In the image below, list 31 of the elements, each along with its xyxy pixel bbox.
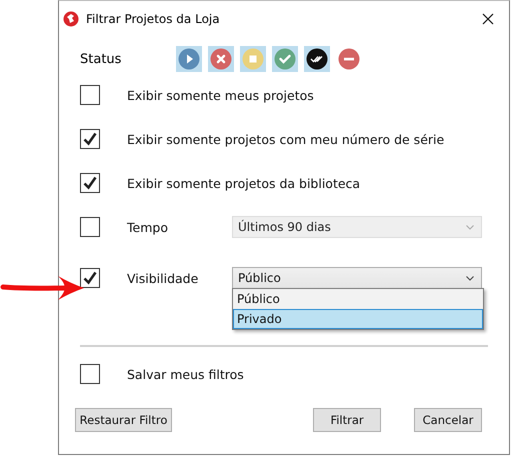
option-label: Exibir somente projetos com meu número de série [127,132,444,146]
restore-filter-button[interactable]: Restaurar Filtro [75,408,172,432]
stop-icon [241,47,265,71]
dropdown-option[interactable]: Privado [233,309,483,329]
filter-button[interactable]: Filtrar [313,408,382,432]
checkbox[interactable] [80,364,100,384]
double-check-icon [305,47,329,71]
dropdown[interactable]: Público [232,267,482,289]
chevron-icon [466,224,474,230]
blocked-icon [337,47,361,71]
cancel-button[interactable]: Cancelar [414,408,482,432]
status-label: Status [80,52,122,66]
checkbox[interactable] [80,129,100,149]
option-label: Exibir somente meus projetos [127,88,314,102]
window-title: Filtrar Projetos da Loja [86,12,221,26]
checkbox[interactable] [80,268,100,288]
option-label: Exibir somente projetos da biblioteca [127,176,360,190]
checkbox[interactable] [80,173,100,193]
option-label: Salvar meus filtros [127,366,244,382]
checkbox[interactable] [80,85,100,105]
status-filter-button[interactable] [304,46,330,72]
cancel-icon [209,47,233,71]
dropdown-option[interactable]: Público [233,289,483,309]
close-icon [482,13,494,25]
checkbox[interactable] [80,217,100,237]
check-icon [273,47,297,71]
play-icon [177,47,201,71]
option-label: Visibilidade [127,270,200,286]
option-label: Tempo [127,220,169,234]
app-logo-icon [63,11,79,27]
chevron-icon [466,276,474,280]
